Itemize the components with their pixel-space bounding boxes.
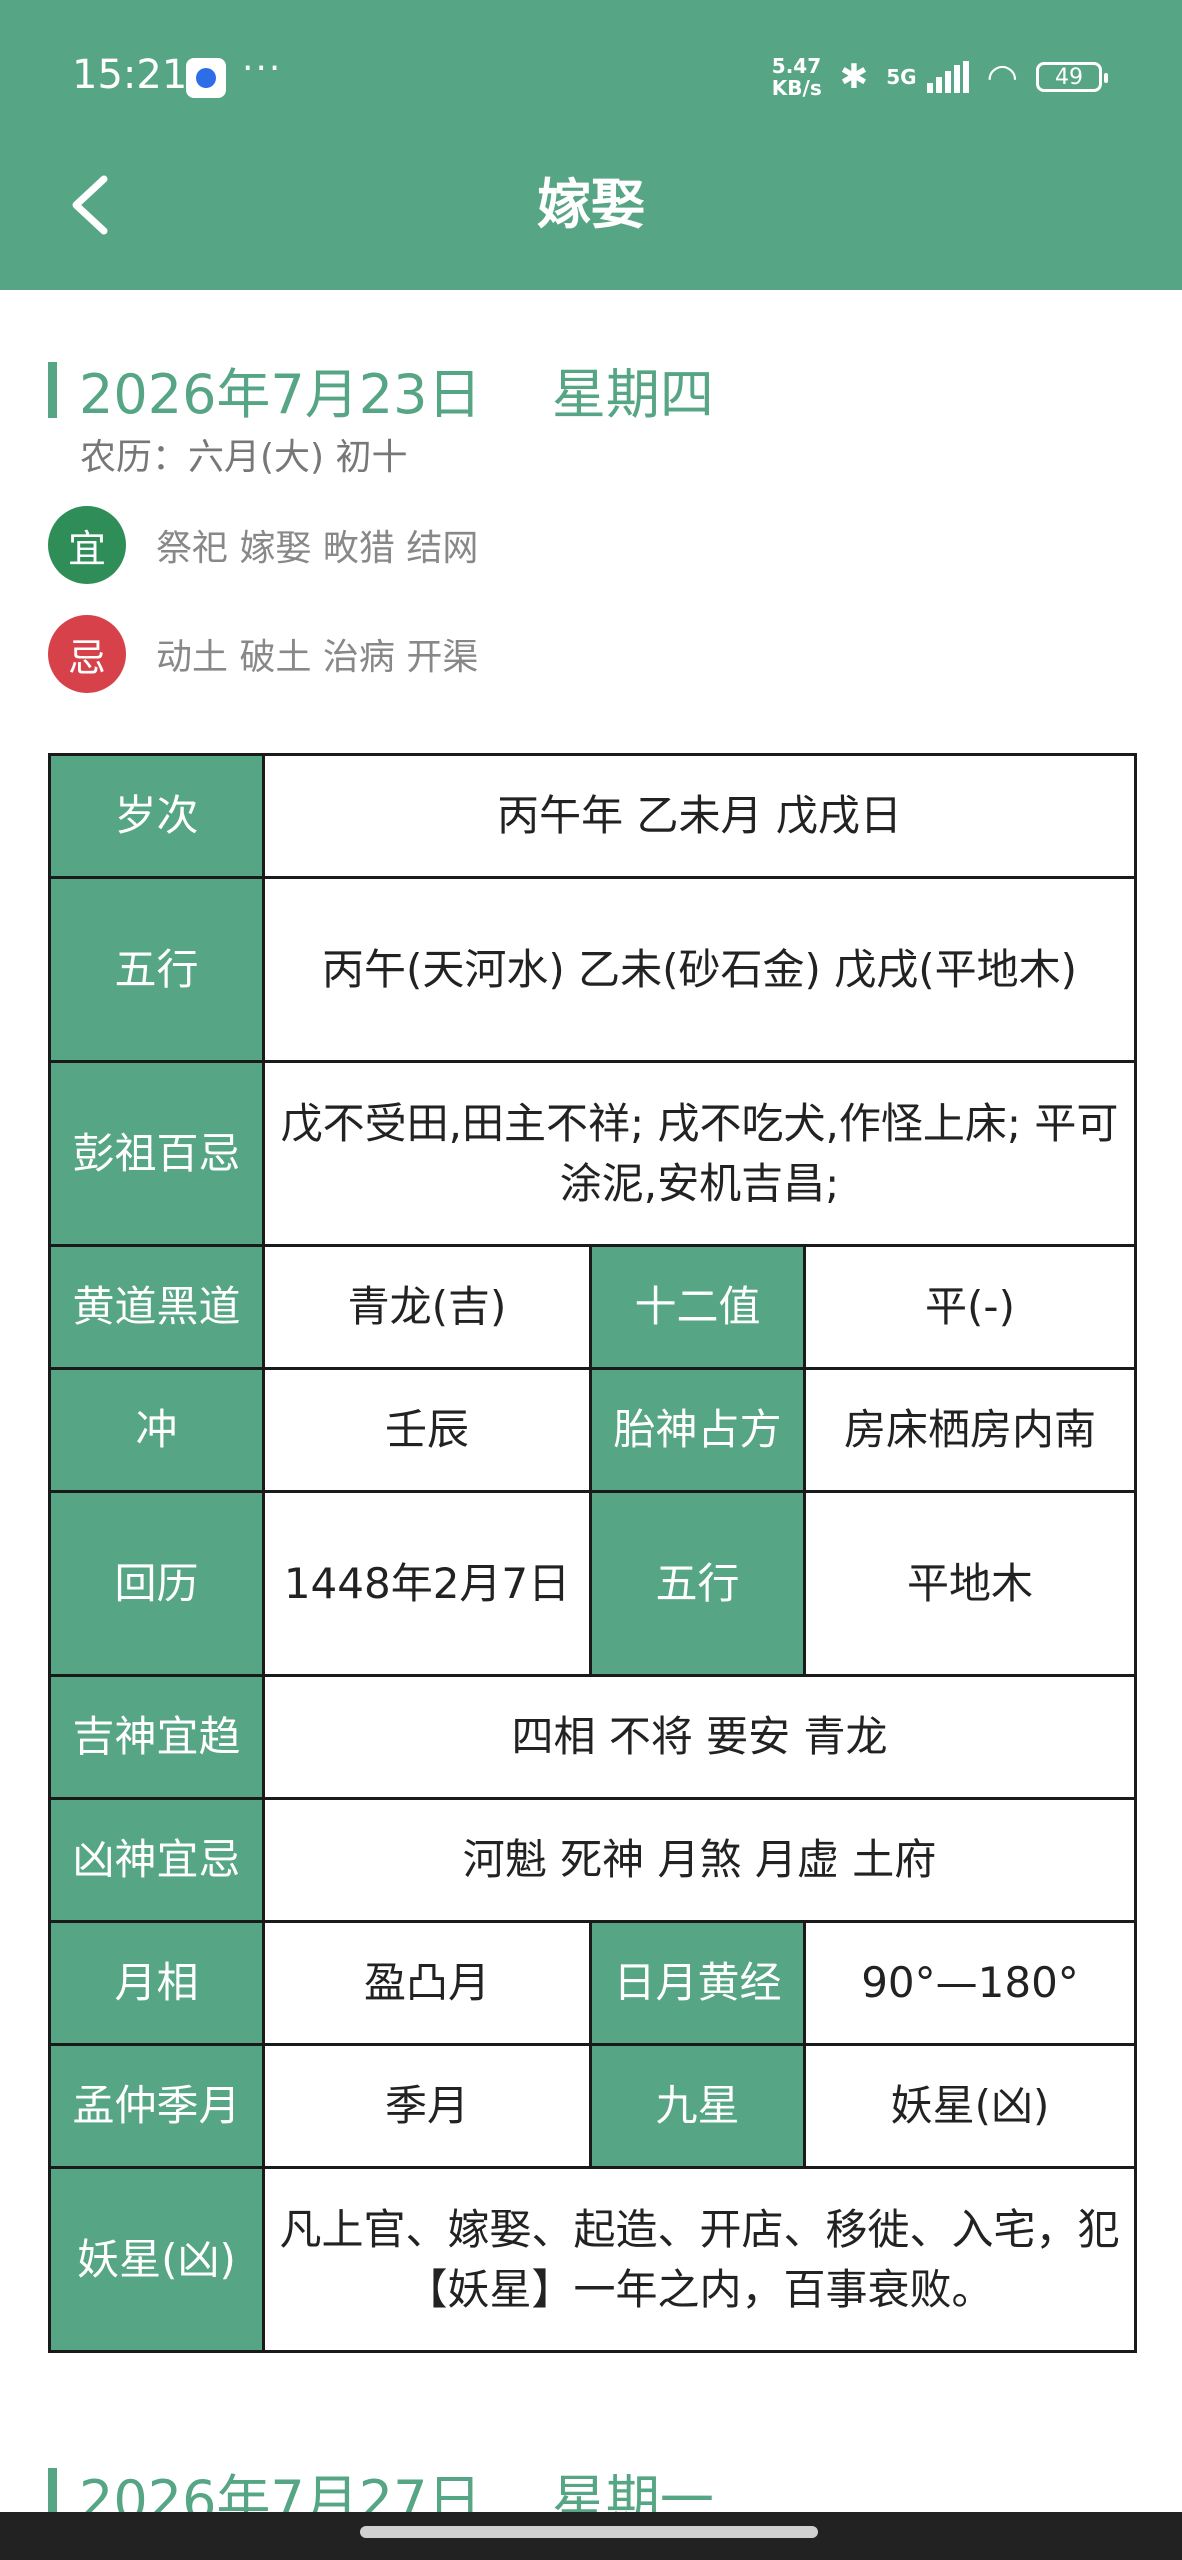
section-accent-bar bbox=[48, 361, 57, 418]
huangdao-value: 青龙(吉) bbox=[262, 1244, 592, 1370]
ji-row: 忌 动土 破土 治病 开渠 bbox=[48, 615, 478, 693]
shierzhi-value: 平(-) bbox=[802, 1244, 1138, 1370]
app-header: 15:21 ··· 5.47 KB/s ✱ 5G ◠ 49 嫁娶 bbox=[0, 0, 1182, 290]
wuxing2-label: 五行 bbox=[589, 1490, 806, 1677]
page-title: 嫁娶 bbox=[537, 173, 645, 236]
jishen-label: 吉神宜趋 bbox=[48, 1674, 265, 1800]
signal-icon bbox=[926, 61, 969, 93]
wuxing2-value: 平地木 bbox=[802, 1490, 1138, 1677]
wuxing-value: 丙午(天河水) 乙未(砂石金) 戊戌(平地木) bbox=[261, 876, 1138, 1063]
riyue-value: 90°—180° bbox=[802, 1920, 1138, 2046]
jiuxing-value: 妖星(凶) bbox=[802, 2043, 1138, 2169]
table-row: 黄道黑道 青龙(吉) 十二值 平(-) bbox=[48, 1244, 1138, 1370]
table-row: 孟仲季月 季月 九星 妖星(凶) bbox=[48, 2043, 1138, 2169]
mengzhong-label: 孟仲季月 bbox=[48, 2043, 265, 2169]
table-row: 回历 1448年2月7日 五行 平地木 bbox=[48, 1490, 1138, 1677]
xiongshen-value: 河魁 死神 月煞 月虚 土府 bbox=[261, 1797, 1138, 1923]
chong-value: 壬辰 bbox=[262, 1367, 592, 1493]
yi-badge: 宜 bbox=[48, 506, 126, 584]
table-row: 吉神宜趋 四相 不将 要安 青龙 bbox=[48, 1674, 1138, 1800]
table-row: 岁次 丙午年 乙未月 戊戌日 bbox=[48, 753, 1138, 879]
day-weekday: 星期四 bbox=[551, 363, 714, 426]
net-speed-value: 5.47 bbox=[771, 54, 822, 78]
bluetooth-icon: ✱ bbox=[839, 57, 869, 97]
huili-value: 1448年2月7日 bbox=[262, 1490, 592, 1677]
lunar-date: 农历：六月(大) 初十 bbox=[80, 437, 408, 478]
more-notifications-icon: ··· bbox=[242, 48, 283, 89]
huili-label: 回历 bbox=[48, 1490, 265, 1677]
shierzhi-label: 十二值 bbox=[589, 1244, 806, 1370]
status-time: 15:21 bbox=[72, 52, 188, 98]
xiongshen-label: 凶神宜忌 bbox=[48, 1797, 265, 1923]
yi-items: 祭祀 嫁娶 畋猎 结网 bbox=[156, 528, 479, 569]
chong-label: 冲 bbox=[48, 1367, 265, 1493]
table-row: 妖星(凶) 凡上官、嫁娶、起造、开店、移徙、入宅，犯【妖星】一年之内，百事衰败。 bbox=[48, 2166, 1138, 2353]
jishen-value: 四相 不将 要安 青龙 bbox=[261, 1674, 1138, 1800]
yaoxing-label: 妖星(凶) bbox=[48, 2166, 265, 2353]
ji-badge: 忌 bbox=[48, 615, 126, 693]
wuxing-label: 五行 bbox=[48, 876, 265, 1063]
table-row: 五行 丙午(天河水) 乙未(砂石金) 戊戌(平地木) bbox=[48, 876, 1138, 1063]
status-icons: 5.47 KB/s ✱ 5G ◠ 49 bbox=[772, 52, 1108, 102]
taishen-value: 房床栖房内南 bbox=[802, 1367, 1138, 1493]
table-row: 月相 盈凸月 日月黄经 90°—180° bbox=[48, 1920, 1138, 2046]
day-date-text: 2026年7月23日 bbox=[79, 363, 482, 426]
mengzhong-value: 季月 bbox=[262, 2043, 592, 2169]
battery-level: 49 bbox=[1055, 64, 1083, 90]
day-header: 2026年7月23日 星期四 bbox=[48, 350, 714, 429]
table-row: 冲 壬辰 胎神占方 房床栖房内南 bbox=[48, 1367, 1138, 1493]
wifi-icon: ◠ bbox=[986, 56, 1018, 98]
net-speed-unit: KB/s bbox=[771, 76, 822, 100]
app-notification-icon bbox=[186, 58, 226, 98]
gesture-handle[interactable] bbox=[360, 2526, 818, 2538]
jiuxing-label: 九星 bbox=[589, 2043, 806, 2169]
yuexiang-label: 月相 bbox=[48, 1920, 265, 2046]
pengzu-value: 戊不受田,田主不祥; 戌不吃犬,作怪上床; 平可涂泥,安机吉昌; bbox=[261, 1060, 1138, 1247]
yaoxing-value: 凡上官、嫁娶、起造、开店、移徙、入宅，犯【妖星】一年之内，百事衰败。 bbox=[261, 2166, 1138, 2353]
taishen-label: 胎神占方 bbox=[589, 1367, 806, 1493]
suici-value: 丙午年 乙未月 戊戌日 bbox=[261, 753, 1138, 879]
net-speed: 5.47 KB/s bbox=[772, 55, 822, 99]
status-bar: 15:21 ··· 5.47 KB/s ✱ 5G ◠ 49 bbox=[0, 0, 1182, 150]
suici-label: 岁次 bbox=[48, 753, 265, 879]
yi-row: 宜 祭祀 嫁娶 畋猎 结网 bbox=[48, 506, 478, 584]
battery-icon: 49 bbox=[1036, 62, 1108, 92]
table-row: 彭祖百忌 戊不受田,田主不祥; 戌不吃犬,作怪上床; 平可涂泥,安机吉昌; bbox=[48, 1060, 1138, 1247]
network-type: 5G bbox=[886, 65, 917, 89]
yuexiang-value: 盈凸月 bbox=[262, 1920, 592, 2046]
day-date: 2026年7月23日 星期四 bbox=[79, 350, 714, 429]
table-row: 凶神宜忌 河魁 死神 月煞 月虚 土府 bbox=[48, 1797, 1138, 1923]
riyue-label: 日月黄经 bbox=[589, 1920, 806, 2046]
ji-items: 动土 破土 治病 开渠 bbox=[156, 637, 479, 678]
pengzu-label: 彭祖百忌 bbox=[48, 1060, 265, 1247]
huangdao-label: 黄道黑道 bbox=[48, 1244, 265, 1370]
almanac-table: 岁次 丙午年 乙未月 戊戌日 五行 丙午(天河水) 乙未(砂石金) 戊戌(平地木… bbox=[48, 753, 1138, 2353]
